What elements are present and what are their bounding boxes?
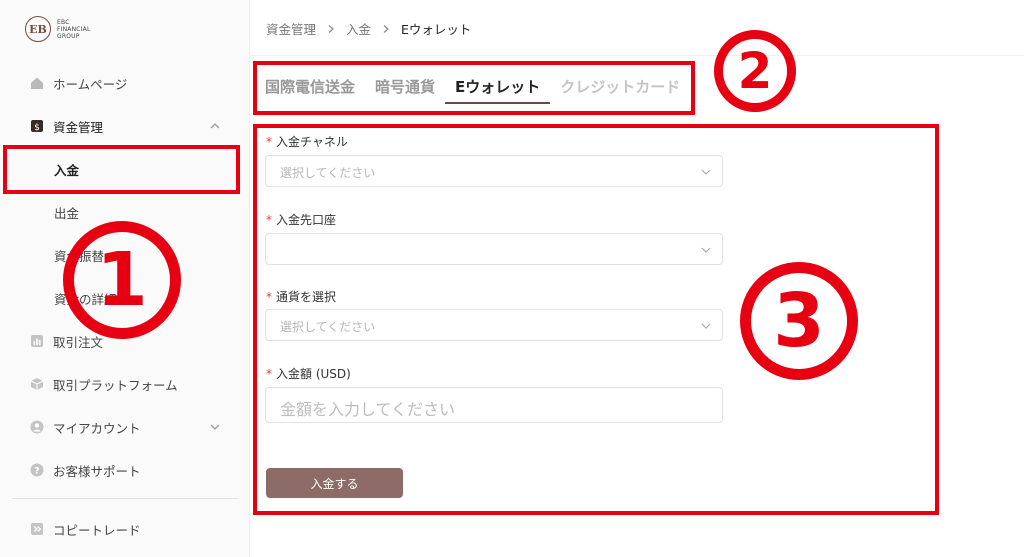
chevron-right-icon: [383, 24, 389, 33]
sidebar-item-label: コピートレード: [53, 522, 141, 538]
top-header: 資金管理 入金 Eウォレット: [250, 0, 1024, 56]
user-icon: [30, 420, 44, 434]
logo-line-2: FINANCIAL: [57, 25, 91, 33]
sidebar-item-copy-trade[interactable]: コピートレード: [0, 511, 250, 547]
annotation-box-2: [253, 61, 695, 115]
sidebar-item-label: 取引プラットフォーム: [53, 377, 178, 393]
logo-mark: EB: [25, 16, 51, 42]
sidebar-item-label: ホームページ: [53, 76, 128, 92]
breadcrumb-current: Eウォレット: [401, 22, 472, 37]
breadcrumb-item[interactable]: 資金管理: [266, 19, 316, 38]
sidebar-item-label: 資金管理: [53, 119, 104, 135]
cube-icon: [30, 377, 44, 391]
logo-line-3: GROUP: [57, 32, 80, 40]
sidebar-divider: [12, 498, 238, 499]
annotation-number-1: 1: [63, 221, 181, 339]
sidebar-item-label: マイアカウント: [53, 420, 141, 436]
chevron-up-icon[interactable]: [209, 120, 221, 132]
annotation-box-1: [3, 145, 240, 194]
logo-line-1: EBC: [57, 18, 70, 26]
svg-text:?: ?: [34, 467, 39, 477]
chart-icon: [30, 334, 44, 348]
breadcrumb-item[interactable]: 入金: [346, 19, 371, 38]
sidebar-item-label: お客様サポート: [53, 463, 141, 479]
annotation-number-2: 2: [714, 30, 796, 112]
wallet-icon: $: [30, 119, 44, 133]
breadcrumb: 資金管理 入金 Eウォレット: [266, 19, 471, 38]
sidebar-item-my-account[interactable]: マイアカウント: [0, 409, 250, 445]
copy-trade-icon: [30, 522, 44, 536]
sidebar-item-fund-management[interactable]: $ 資金管理: [0, 108, 250, 144]
sidebar-item-home[interactable]: ホームページ: [0, 65, 250, 101]
sidebar-item-support[interactable]: ? お客様サポート: [0, 452, 250, 488]
svg-text:$: $: [34, 123, 40, 133]
annotation-number-3: 3: [740, 262, 858, 380]
sidebar-item-trading-platform[interactable]: 取引プラットフォーム: [0, 366, 250, 402]
sidebar-subitem-label: 出金: [54, 205, 80, 221]
home-icon: [30, 76, 44, 90]
logo-text: EBC FINANCIAL GROUP: [57, 19, 91, 40]
logo[interactable]: EB EBC FINANCIAL GROUP: [25, 16, 91, 42]
help-icon: ?: [30, 463, 44, 477]
chevron-right-icon: [328, 24, 334, 33]
chevron-down-icon[interactable]: [209, 421, 221, 433]
sidebar-item-label: 取引注文: [53, 334, 104, 350]
